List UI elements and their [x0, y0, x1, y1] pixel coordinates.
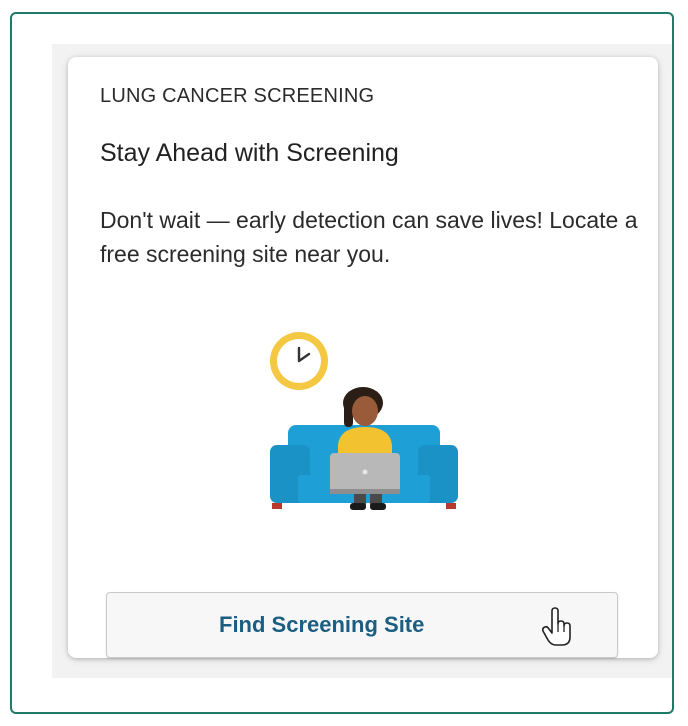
hand-pointer-cursor-icon [541, 607, 571, 646]
clock-icon [270, 332, 328, 390]
woman-on-sofa-illustration [270, 332, 458, 510]
find-screening-site-label: Find Screening Site [219, 612, 425, 637]
card-eyebrow: LUNG CANCER SCREENING [100, 85, 375, 107]
find-screening-site-button[interactable]: Find Screening Site [106, 592, 618, 658]
screening-card: LUNG CANCER SCREENING Stay Ahead with Sc… [68, 57, 658, 658]
card-description: Don't wait — early detection can save li… [100, 207, 638, 267]
card-title: Stay Ahead with Screening [100, 139, 399, 167]
